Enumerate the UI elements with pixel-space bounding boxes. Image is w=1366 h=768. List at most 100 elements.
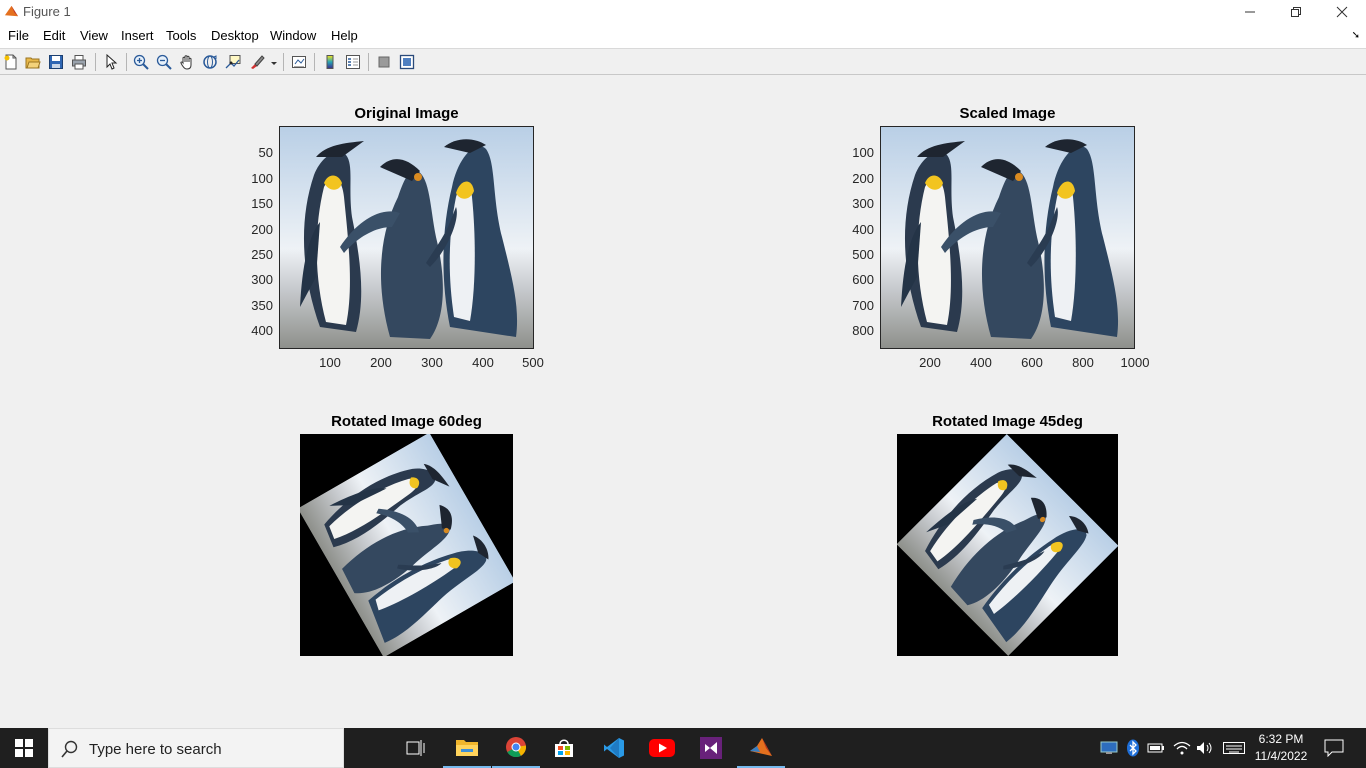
open-icon (25, 57, 41, 69)
restore-button[interactable] (1273, 0, 1319, 24)
print-icon (72, 55, 86, 70)
rotate-3d-icon (203, 55, 217, 69)
windows-taskbar: Type here to search 6:32 PM 11/4/2022 (0, 728, 1366, 768)
youtube-button[interactable] (638, 728, 686, 768)
close-button[interactable] (1319, 0, 1365, 24)
xtick-label: 200 (919, 355, 941, 370)
wifi-icon[interactable] (1172, 738, 1192, 758)
ytick-label: 600 (852, 272, 874, 287)
chrome-button[interactable] (492, 728, 540, 768)
ytick-label: 400 (852, 222, 874, 237)
ytick-label: 50 (258, 145, 273, 160)
xtick-label: 200 (370, 355, 392, 370)
colorbar-icon (326, 55, 334, 69)
toolbar-separator (126, 53, 127, 71)
save-button[interactable] (46, 52, 66, 72)
menu-view[interactable]: View (80, 28, 108, 43)
rotated-penguins-image (897, 434, 1118, 656)
insert-colorbar-button[interactable] (320, 52, 340, 72)
pan-hand-icon (180, 55, 192, 70)
new-figure-button[interactable] (1, 52, 21, 72)
zoom-out-icon (156, 54, 172, 70)
plot-title-rotated-45: Rotated Image 45deg (932, 413, 1083, 430)
zoom-out-button[interactable] (154, 52, 174, 72)
hide-plot-tools-icon (378, 56, 390, 68)
visual-studio-button[interactable] (687, 728, 735, 768)
taskbar-clock[interactable]: 6:32 PM 11/4/2022 (1248, 731, 1314, 765)
notification-center-icon[interactable] (1323, 738, 1345, 758)
ytick-label: 200 (852, 171, 874, 186)
menu-file[interactable]: File (8, 28, 29, 43)
figure-canvas: Original Image 50 100 150 200 250 300 35… (0, 76, 1366, 728)
penguins-image (881, 127, 1135, 349)
print-button[interactable] (69, 52, 89, 72)
menu-desktop[interactable]: Desktop (211, 28, 259, 43)
data-cursor-button[interactable] (223, 52, 243, 72)
toolbar-separator (368, 53, 369, 71)
ytick-label: 300 (251, 272, 273, 287)
tray-display-icon[interactable] (1099, 738, 1119, 758)
battery-icon[interactable] (1146, 738, 1166, 758)
xtick-label: 1000 (1120, 355, 1150, 370)
select-pointer-button[interactable] (101, 52, 121, 72)
xtick-label: 500 (522, 355, 544, 370)
store-button[interactable] (540, 728, 588, 768)
menu-bar: File Edit View Insert Tools Desktop Wind… (0, 24, 1366, 48)
title-bar: Figure 1 (0, 0, 1366, 24)
menu-help[interactable]: Help (331, 28, 358, 43)
figure-toolbar (0, 48, 1366, 75)
ytick-label: 800 (852, 323, 874, 338)
show-plot-tools-icon (399, 54, 415, 70)
menu-edit[interactable]: Edit (43, 28, 65, 43)
ytick-label: 350 (251, 298, 273, 313)
ytick-label: 150 (251, 196, 273, 211)
insert-legend-button[interactable] (343, 52, 363, 72)
axes-rotated-60-image[interactable] (300, 434, 513, 656)
ytick-label: 500 (852, 247, 874, 262)
vscode-icon (604, 738, 624, 758)
task-view-icon (406, 740, 425, 756)
search-icon (61, 740, 78, 758)
taskbar-search-box[interactable]: Type here to search (48, 728, 344, 768)
menu-insert[interactable]: Insert (121, 28, 154, 43)
keyboard-icon[interactable] (1222, 738, 1246, 758)
menu-window[interactable]: Window (270, 28, 316, 43)
plot-title-rotated-60: Rotated Image 60deg (331, 413, 482, 430)
bluetooth-icon[interactable] (1123, 738, 1143, 758)
minimize-button[interactable] (1227, 0, 1273, 24)
volume-icon[interactable] (1195, 738, 1215, 758)
axes-rotated-45-image[interactable] (897, 434, 1118, 656)
hide-plot-tools-button[interactable] (374, 52, 394, 72)
axes-scaled-image[interactable] (880, 126, 1135, 349)
link-plot-button[interactable] (289, 52, 309, 72)
open-button[interactable] (23, 52, 43, 72)
store-icon (555, 739, 573, 757)
show-plot-tools-button[interactable] (397, 52, 417, 72)
brush-button[interactable] (248, 52, 278, 72)
restore-icon (1291, 7, 1301, 17)
matlab-icon (750, 738, 772, 756)
pan-button[interactable] (177, 52, 197, 72)
rotated-penguins-image (300, 434, 513, 656)
rotate-3d-button[interactable] (200, 52, 220, 72)
axes-original-image[interactable] (279, 126, 534, 349)
xtick-label: 600 (1021, 355, 1043, 370)
save-icon (49, 55, 63, 69)
file-explorer-button[interactable] (443, 728, 491, 768)
task-view-button[interactable] (392, 728, 440, 768)
windows-logo-icon (15, 739, 33, 757)
ytick-label: 100 (251, 171, 273, 186)
menu-tools[interactable]: Tools (166, 28, 196, 43)
zoom-in-icon (133, 54, 149, 70)
matlab-button[interactable] (737, 728, 785, 768)
zoom-in-button[interactable] (131, 52, 151, 72)
menu-dock-arrow-icon[interactable]: ➘ (1352, 30, 1360, 41)
start-button[interactable] (0, 728, 48, 768)
toolbar-separator (283, 53, 284, 71)
vscode-button[interactable] (590, 728, 638, 768)
plot-title-original: Original Image (354, 105, 459, 122)
toolbar-separator (314, 53, 315, 71)
youtube-icon (649, 739, 675, 757)
brush-icon (251, 55, 277, 69)
plot-title-scaled: Scaled Image (959, 105, 1056, 122)
